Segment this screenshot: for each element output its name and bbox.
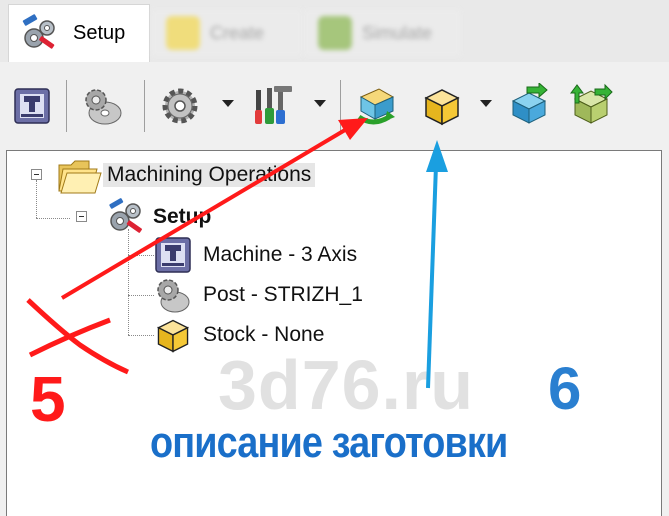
tab-simulate[interactable]: Simulate [304,10,460,56]
stock-box-icon [424,89,460,126]
tree-connector [128,295,154,296]
post-processor-button[interactable] [78,82,126,130]
toolbar-separator [66,80,67,132]
folder-icon [58,160,102,194]
tree-connector [128,229,129,335]
tree-node-label: Machine - 3 Axis [203,243,358,266]
tree-connector [36,218,70,219]
create-icon [166,16,200,50]
tree-node-stock[interactable]: Stock - None [153,315,324,355]
tree-node-label: Stock - None [203,323,325,346]
tab-setup-label: Setup [73,22,126,44]
gear-icon [162,88,198,124]
operations-tree-panel: Machining Operations Setup Machine - 3 A… [6,150,662,516]
machine-button[interactable] [8,82,56,130]
stock-box-icon [156,319,190,353]
toolbar-separator [340,80,341,132]
tools-dropdown-chevron-icon[interactable] [314,100,326,107]
tree-connector [128,335,154,336]
settings-button[interactable] [156,82,204,130]
tree-node-machine[interactable]: Machine - 3 Axis [153,235,357,275]
stock-box-button[interactable] [418,82,466,130]
tools-button[interactable] [248,82,296,130]
stock-wizard-icon [357,88,395,125]
tree-node-label: Setup [153,205,212,228]
tree-node-label: Machining Operations [103,163,316,187]
stock-box-dropdown-chevron-icon[interactable] [480,100,492,107]
tab-create-label: Create [210,22,265,43]
machine-icon [155,237,191,273]
ribbon-tab-strip: Setup Create Simulate [0,0,669,62]
tree-connector [36,180,37,218]
transform-stock-button[interactable] [566,82,614,130]
tools-icon [255,86,292,124]
align-part-button[interactable] [506,82,554,130]
tree-node-post[interactable]: Post - STRIZH_1 [153,275,363,315]
setup-gears-icon [22,13,55,49]
simulate-icon [318,16,352,50]
tab-create[interactable]: Create [152,10,302,56]
transform-stock-icon [570,83,613,124]
tree-node-setup[interactable]: Setup [105,197,211,237]
post-gear-icon [157,279,190,313]
tree-node-label: Post - STRIZH_1 [203,283,363,306]
stock-wizard-button[interactable] [352,82,400,130]
machine-icon [14,88,50,124]
post-disc-gear-icon [85,89,122,125]
settings-dropdown-chevron-icon[interactable] [222,100,234,107]
tab-setup[interactable]: Setup [8,4,150,62]
expand-collapse-toggle[interactable] [31,169,42,180]
expand-collapse-toggle[interactable] [76,211,87,222]
toolbar-separator [144,80,145,132]
setup-toolbar [0,62,669,150]
tree-connector [128,255,154,256]
setup-gears-icon [109,198,142,233]
tree-node-machining-operations[interactable]: Machining Operations [57,155,316,195]
tab-simulate-label: Simulate [362,22,433,43]
align-part-icon [511,83,548,124]
